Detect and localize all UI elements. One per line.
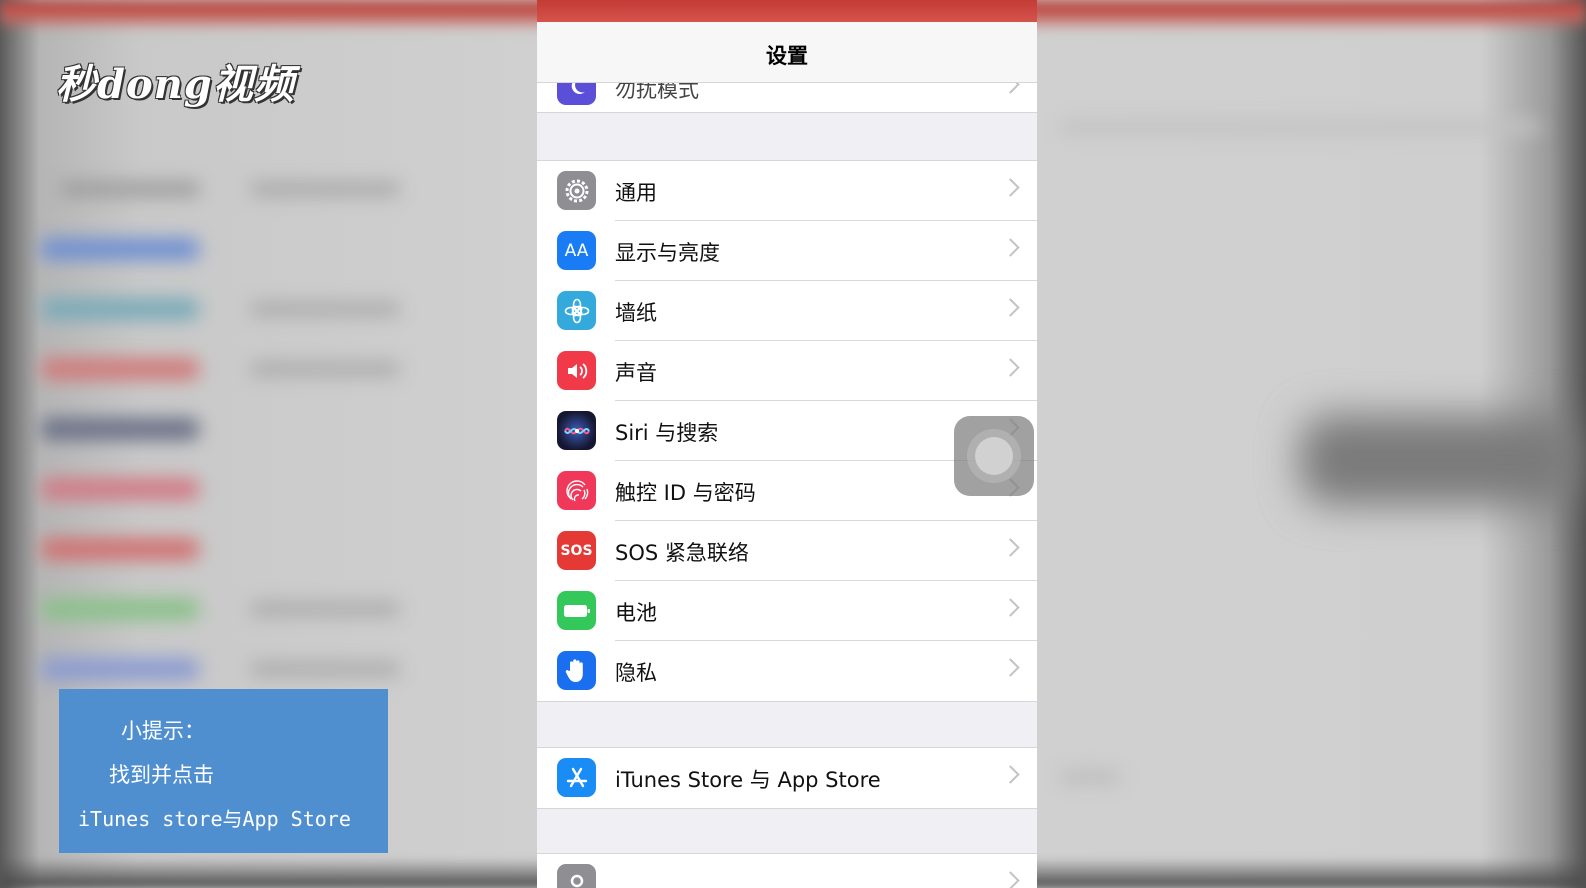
blur-line [250, 182, 400, 196]
settings-row-label: SOS 紧急联络 [615, 541, 749, 565]
settings-row-label: 电池 [615, 601, 657, 625]
settings-row-label: 声音 [615, 361, 657, 385]
page-title: 设置 [766, 44, 808, 68]
chevron-right-icon [1001, 538, 1020, 557]
chevron-right-icon [1001, 298, 1020, 317]
blur-row [40, 298, 200, 320]
gear-icon [557, 171, 596, 210]
settings-row-label: 墙纸 [615, 301, 657, 325]
settings-group-store: iTunes Store 与 App Store [537, 747, 1037, 809]
blur-line [60, 182, 200, 196]
fingerprint-icon [557, 471, 596, 510]
blur-row [40, 238, 200, 260]
blur-row [40, 418, 200, 440]
blur-line [1060, 770, 1120, 784]
nav-bar: 设置 [537, 22, 1037, 83]
settings-row-itunes-app-store[interactable]: iTunes Store 与 App Store [537, 748, 1037, 808]
blur-row [40, 478, 200, 500]
blur-row [40, 658, 200, 680]
tip-title: 小提示： [121, 719, 205, 743]
blur-line [1060, 120, 1540, 134]
blur-line [250, 662, 400, 676]
tip-instruction: 找到并点击 [109, 763, 214, 787]
chevron-right-icon [1001, 238, 1020, 257]
settings-row-privacy[interactable]: 隐私 [537, 641, 1037, 701]
settings-row-battery[interactable]: 电池 [537, 581, 1037, 641]
tip-box: 小提示： 找到并点击 iTunes store与App Store [59, 689, 388, 853]
settings-row-label: Siri 与搜索 [615, 421, 719, 445]
tip-target: iTunes store与App Store [78, 807, 351, 831]
settings-row-label: 隐私 [615, 661, 657, 685]
logo-text: 秒dong视频 [56, 61, 295, 108]
hand-icon [557, 651, 596, 690]
settings-row-label: 通用 [615, 181, 657, 205]
status-bar [537, 0, 1037, 24]
blur-line [250, 362, 400, 376]
settings-row-emergency-sos[interactable]: SOS SOS 紧急联络 [537, 521, 1037, 581]
battery-icon [557, 591, 596, 630]
chevron-right-icon [1001, 598, 1020, 617]
settings-row-display-brightness[interactable]: AA 显示与亮度 [537, 221, 1037, 281]
settings-row-general[interactable]: 通用 [537, 161, 1037, 221]
siri-icon [557, 411, 596, 450]
aa-glyph: AA [564, 240, 589, 261]
settings-row-sounds[interactable]: 声音 [537, 341, 1037, 401]
blur-line [250, 602, 400, 616]
blur-line [250, 302, 400, 316]
chevron-right-icon [1001, 765, 1020, 784]
watermark-logo: 秒dong视频 [56, 52, 295, 110]
text-size-icon: AA [557, 231, 596, 270]
chevron-right-icon [1001, 658, 1020, 677]
key-icon [557, 864, 596, 888]
settings-row-wallpaper[interactable]: 墙纸 [537, 281, 1037, 341]
settings-group-partial-bottom [537, 853, 1037, 888]
flower-icon [557, 291, 596, 330]
blurred-assistive-touch [1300, 415, 1580, 505]
chevron-right-icon [1001, 178, 1020, 197]
assistive-touch-ring [967, 429, 1021, 483]
sos-icon: SOS [557, 531, 596, 570]
settings-row-label: iTunes Store 与 App Store [615, 768, 881, 792]
chevron-right-icon [1001, 871, 1020, 888]
speaker-icon [557, 351, 596, 390]
app-store-icon [557, 758, 596, 797]
chevron-right-icon [1001, 358, 1020, 377]
settings-row-label: 触控 ID 与密码 [615, 481, 756, 505]
assistive-touch-center [975, 437, 1013, 475]
blur-row [40, 538, 200, 560]
blur-row [40, 598, 200, 620]
assistive-touch-button[interactable] [954, 416, 1034, 496]
settings-row-label: 显示与亮度 [615, 241, 720, 265]
blur-row [40, 358, 200, 380]
sos-glyph: SOS [560, 542, 593, 559]
settings-row-partial[interactable] [537, 854, 1037, 888]
